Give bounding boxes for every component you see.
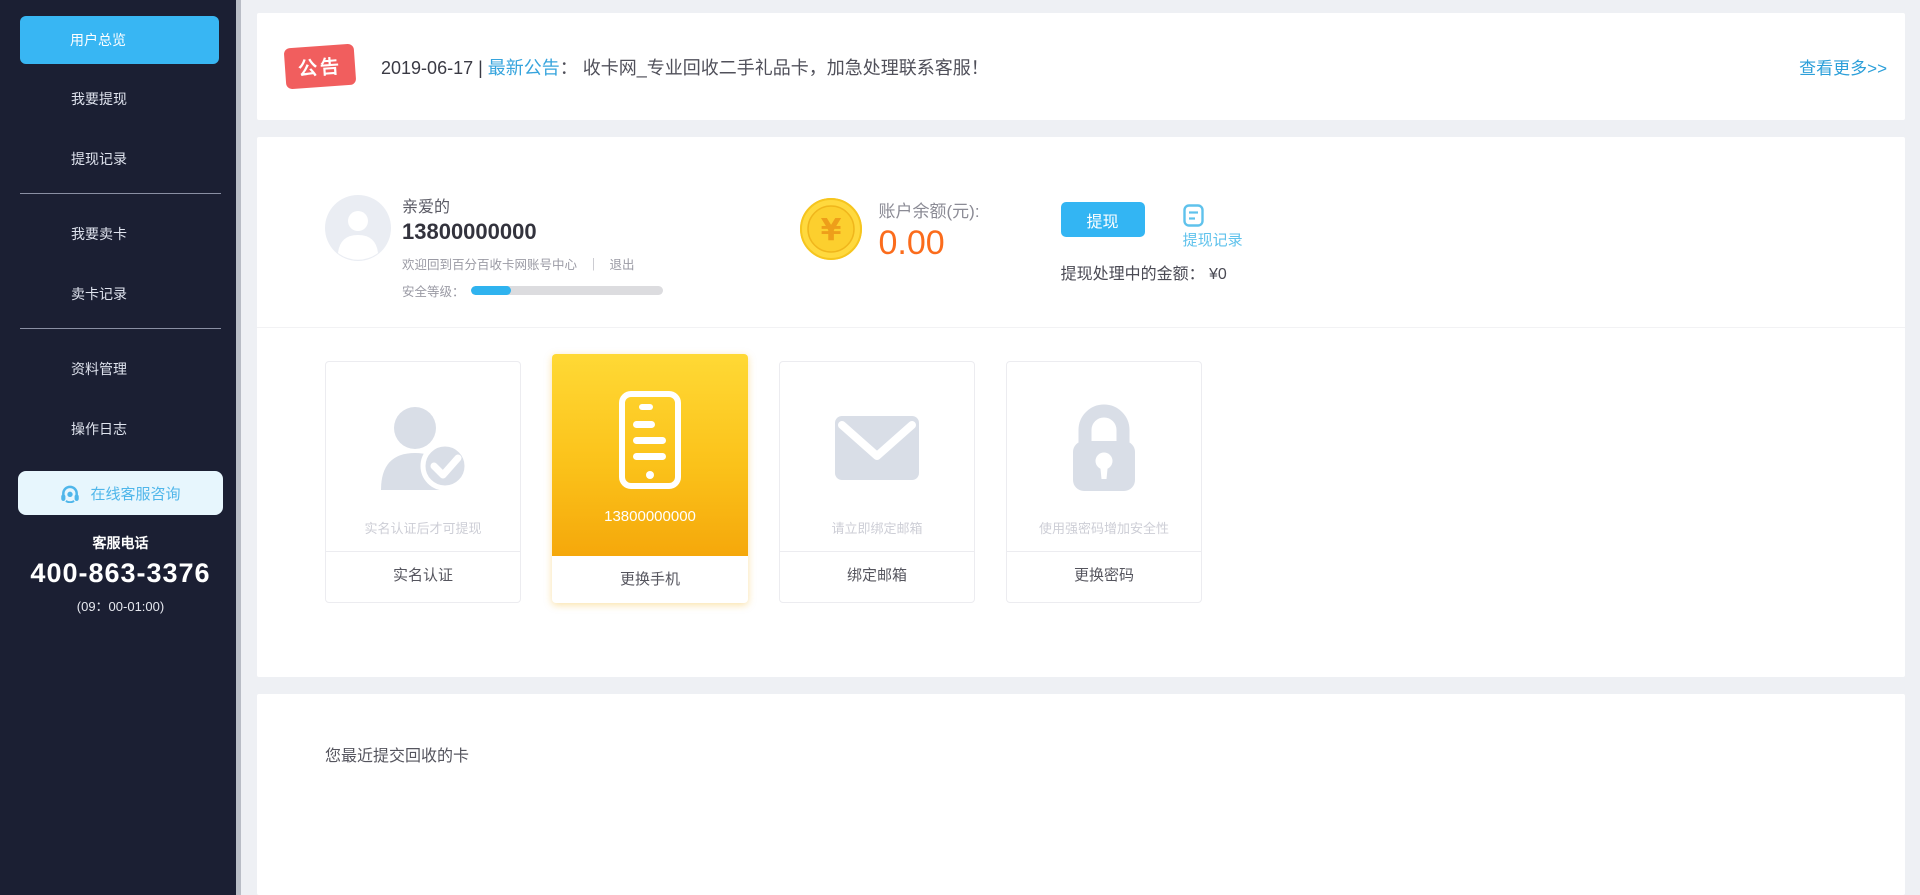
withdraw-block: 提现 提现记录 提现处理中的金额： ¥0 (1060, 202, 1243, 284)
person-check-icon (375, 402, 471, 499)
online-service-label: 在线客服咨询 (90, 485, 181, 503)
greeting-text: 亲爱的 (402, 199, 451, 216)
username: 13800000000 (402, 219, 537, 244)
card-caption: 请立即绑定邮箱 (831, 521, 923, 536)
card-footer-label[interactable]: 更换密码 (1007, 551, 1201, 598)
announcement-badge: 公告 (283, 43, 357, 90)
card-caption: 13800000000 (604, 508, 696, 525)
sidebar-item-user-overview[interactable]: 用户总览 (20, 16, 219, 64)
logout-link[interactable]: 退出 (610, 254, 635, 273)
account-panel: 亲爱的 13800000000 欢迎回到百分百收卡网账号中心 ｜ 退出 安全等级… (257, 137, 1905, 677)
balance-block: ¥ 账户余额(元): 0.00 (799, 197, 980, 263)
withdraw-record-icon (1182, 204, 1204, 227)
card-footer-label[interactable]: 绑定邮箱 (780, 551, 974, 598)
main-content: 公告 2019-06-17 | 最新公告： 收卡网_专业回收二手礼品卡，加急处理… (241, 0, 1920, 895)
hotline-number: 400-863-3376 (30, 558, 211, 588)
sidebar-item-withdraw-records[interactable]: 提现记录 (0, 129, 241, 189)
envelope-icon (835, 415, 919, 485)
security-cards-row: 实名认证后才可提现 实名认证 13800000000 更换手机 请立即绑定邮箱 … (257, 328, 1905, 677)
card-bind-email[interactable]: 请立即绑定邮箱 绑定邮箱 (779, 361, 975, 603)
announcement-label: 最新公告 (487, 57, 560, 78)
announcement-body: 收卡网_专业回收二手礼品卡，加急处理联系客服！ (582, 57, 989, 78)
announcement-date: 2019-06-17 (381, 57, 474, 78)
headset-icon (60, 484, 80, 503)
sidebar: 用户总览 我要提现 提现记录 我要卖卡 卖卡记录 资料管理 操作日志 在线客服咨… (0, 0, 241, 895)
lock-icon (1065, 403, 1143, 498)
announcement-text: 2019-06-17 | 最新公告： 收卡网_专业回收二手礼品卡，加急处理联系客… (381, 57, 989, 78)
card-caption: 实名认证后才可提现 (364, 521, 482, 536)
separator: ｜ (587, 258, 600, 272)
card-change-phone[interactable]: 13800000000 更换手机 (552, 354, 748, 603)
account-top-row: 亲爱的 13800000000 欢迎回到百分百收卡网账号中心 ｜ 退出 安全等级… (257, 137, 1905, 328)
pending-amount-label: 提现处理中的金额： (1060, 266, 1205, 283)
card-footer-label[interactable]: 实名认证 (326, 551, 520, 598)
security-progress-fill (470, 286, 511, 295)
hotline-hours: (09：00-01:00) (76, 599, 165, 614)
announcement-bar: 公告 2019-06-17 | 最新公告： 收卡网_专业回收二手礼品卡，加急处理… (257, 13, 1905, 120)
coin-icon: ¥ (799, 197, 863, 261)
security-progress-track (470, 286, 663, 295)
sidebar-item-operation-log[interactable]: 操作日志 (0, 399, 241, 459)
svg-text:¥: ¥ (820, 213, 841, 248)
sidebar-item-sell-records[interactable]: 卖卡记录 (0, 264, 241, 324)
sidebar-scrollbar[interactable] (236, 0, 241, 895)
welcome-text: 欢迎回到百分百收卡网账号中心 (402, 258, 578, 272)
avatar (325, 195, 391, 261)
security-level-label: 安全等级： (402, 285, 465, 299)
card-change-password[interactable]: 使用强密码增加安全性 更换密码 (1006, 361, 1202, 603)
user-info-block: 亲爱的 13800000000 欢迎回到百分百收卡网账号中心 ｜ 退出 安全等级… (402, 193, 663, 300)
online-service-button[interactable]: 在线客服咨询 (18, 471, 223, 515)
sidebar-item-profile[interactable]: 资料管理 (0, 339, 241, 399)
pending-amount-value: ¥0 (1209, 266, 1227, 283)
phone-icon (619, 390, 681, 494)
withdraw-button[interactable]: 提现 (1060, 202, 1145, 237)
card-footer-label[interactable]: 更换手机 (552, 556, 748, 603)
recent-cards-title: 您最近提交回收的卡 (325, 748, 470, 765)
card-real-name-verification[interactable]: 实名认证后才可提现 实名认证 (325, 361, 521, 603)
recent-cards-panel: 您最近提交回收的卡 (257, 694, 1905, 895)
view-more-link[interactable]: 查看更多>> (1799, 54, 1887, 79)
hotline-label: 客服电话 (92, 535, 149, 551)
balance-label: 账户余额(元): (878, 202, 980, 221)
sidebar-item-withdraw[interactable]: 我要提现 (0, 69, 241, 129)
balance-value: 0.00 (878, 224, 945, 262)
withdraw-record-link[interactable]: 提现记录 (1183, 229, 1243, 250)
card-caption: 使用强密码增加安全性 (1038, 521, 1169, 536)
sidebar-item-sell-card[interactable]: 我要卖卡 (0, 204, 241, 264)
